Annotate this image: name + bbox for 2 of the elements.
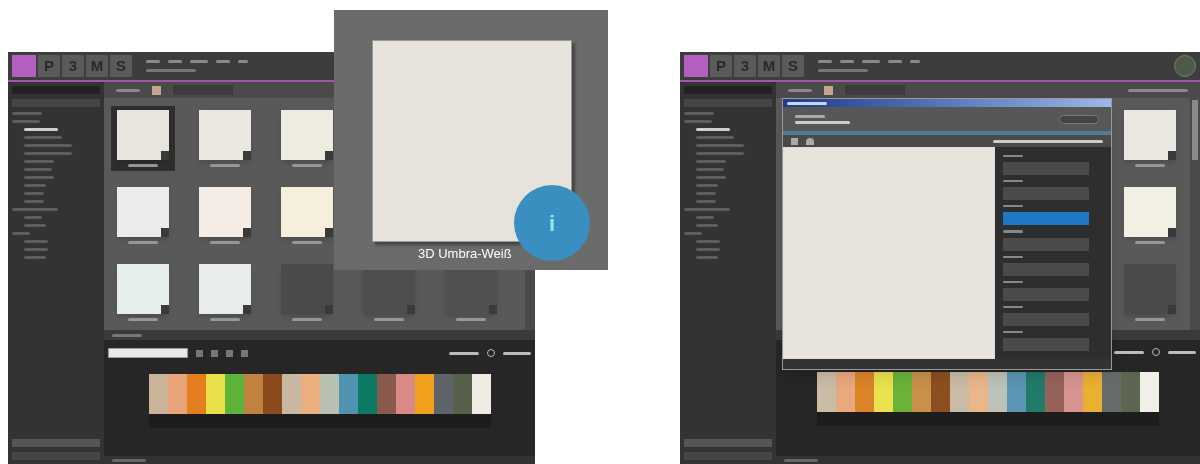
info-badge[interactable]: i xyxy=(514,185,590,261)
tile-label: 3D Umbra-Weiß xyxy=(418,245,512,263)
